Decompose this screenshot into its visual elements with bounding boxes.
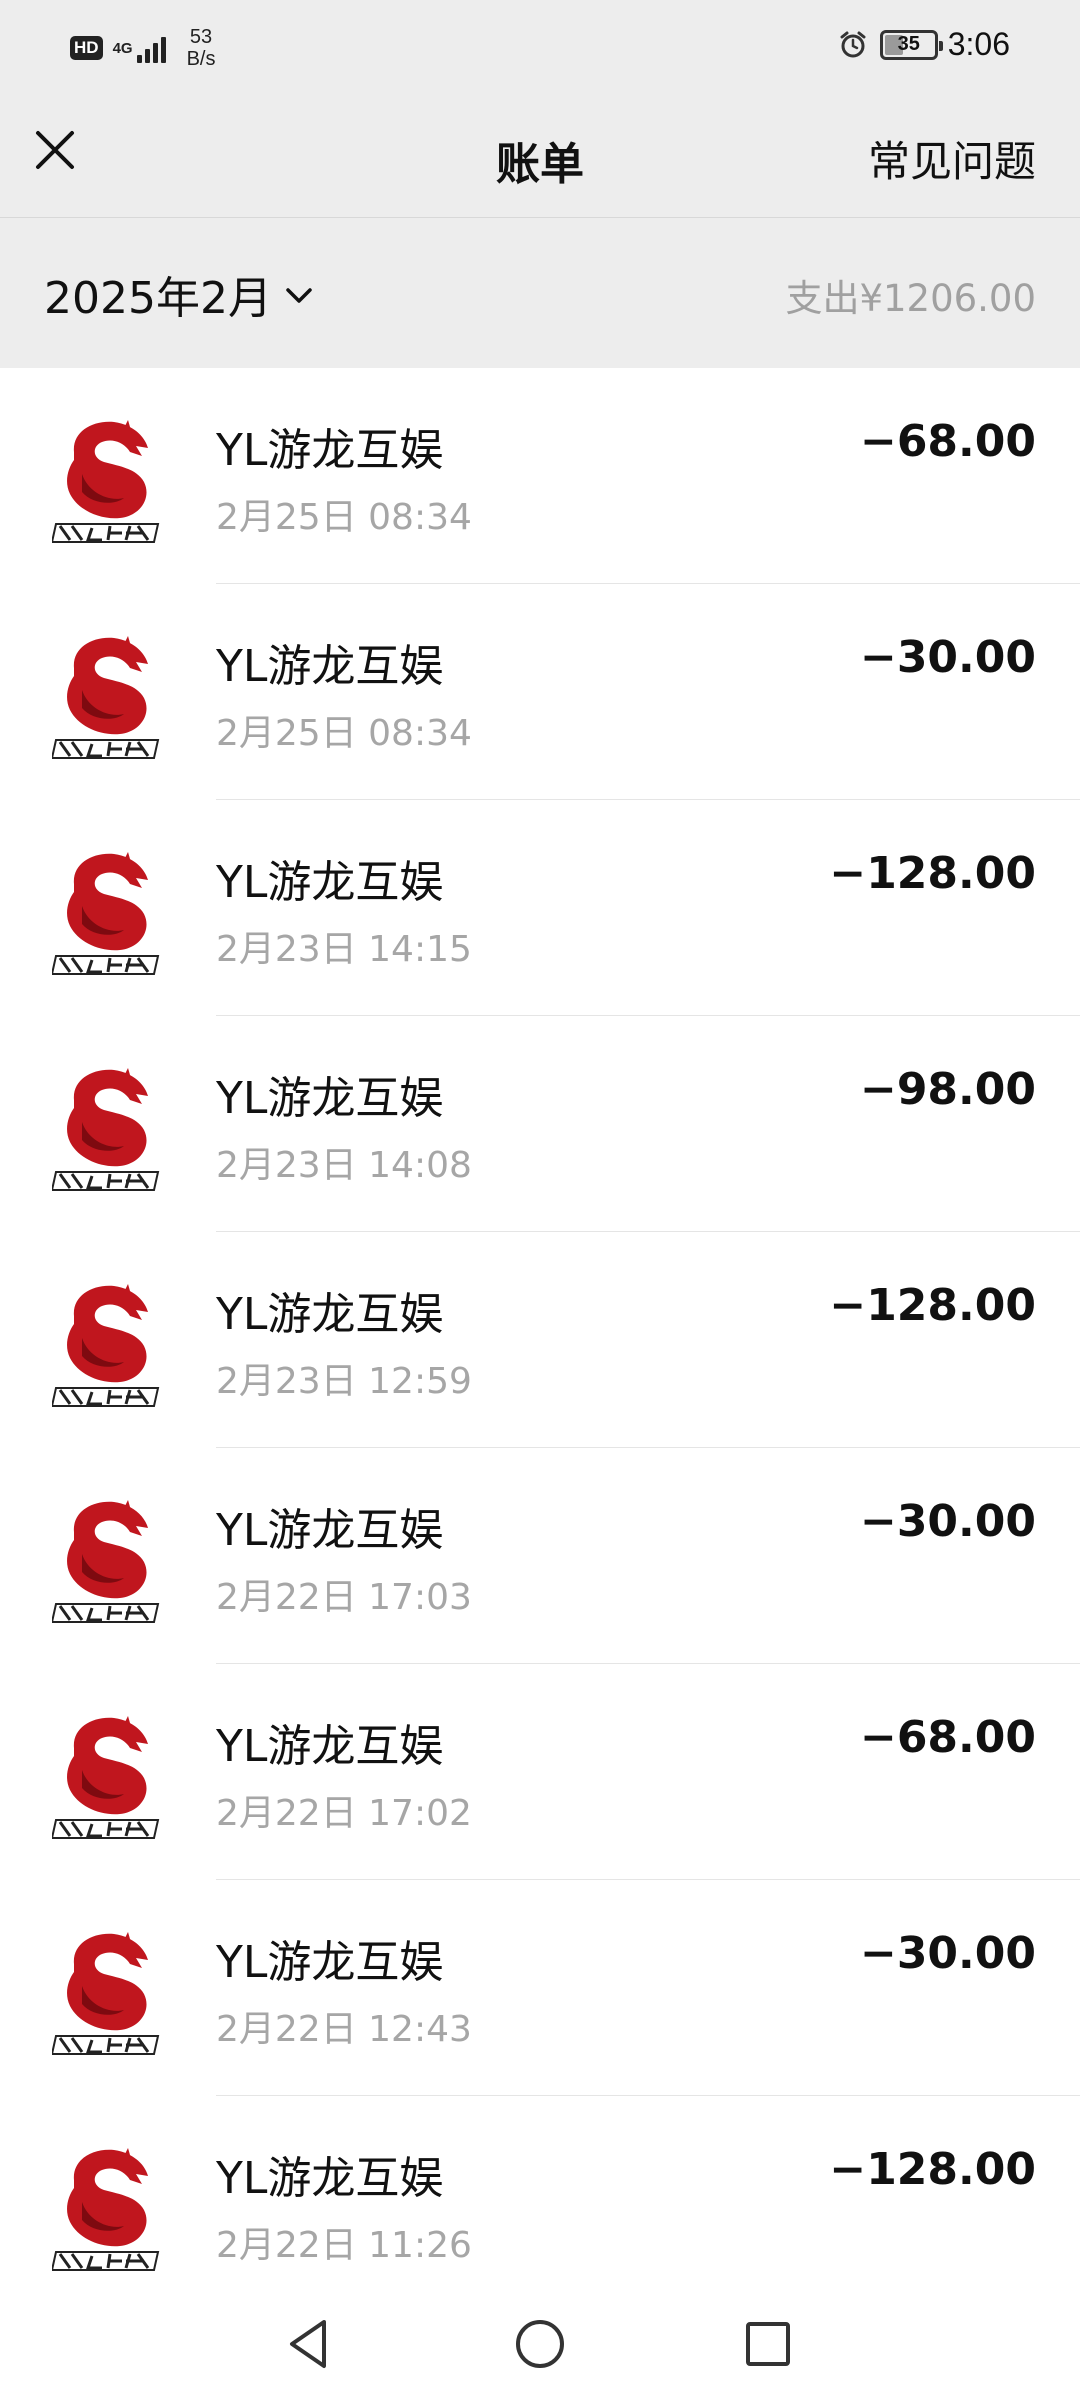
battery-icon: 35 (879, 29, 943, 60)
transaction-time: 2月22日 17:02 (216, 1793, 472, 1834)
merchant-logo-icon (52, 412, 162, 544)
faq-link[interactable]: 常见问题 (868, 128, 1036, 189)
merchant-logo-icon (52, 1276, 162, 1408)
alarm-icon (840, 31, 866, 57)
transaction-amount: −68.00 (859, 416, 1036, 467)
merchant-name: YL游龙互娱 (216, 1073, 444, 1124)
transaction-row[interactable]: YL游龙互娱 2月25日 08:34 −68.00 (0, 368, 1080, 584)
month-selector[interactable]: 2025年2月 (44, 262, 316, 326)
back-triangle-icon[interactable] (278, 2312, 342, 2376)
merchant-name: YL游龙互娱 (216, 425, 444, 476)
month-filter-bar: 2025年2月 支出¥1206.00 (0, 218, 1080, 368)
merchant-name: YL游龙互娱 (216, 2153, 444, 2204)
transaction-list: YL游龙互娱 2月25日 08:34 −68.00 YL游龙互娱 2月25日 0… (0, 368, 1080, 2288)
signal-icon (136, 33, 169, 63)
merchant-logo-icon (52, 1060, 162, 1192)
status-bar: HD 4G 53 B/s 35 3:06 (0, 0, 1080, 92)
transaction-time: 2月22日 17:03 (216, 1577, 472, 1618)
transaction-time: 2月23日 12:59 (216, 1361, 472, 1402)
merchant-logo-icon (52, 1708, 162, 1840)
transaction-row[interactable]: YL游龙互娱 2月23日 14:08 −98.00 (0, 1016, 1080, 1232)
transaction-amount: −128.00 (829, 848, 1036, 899)
transaction-time: 2月23日 14:15 (216, 929, 472, 970)
transaction-row[interactable]: YL游龙互娱 2月22日 17:02 −68.00 (0, 1664, 1080, 1880)
transaction-row[interactable]: YL游龙互娱 2月22日 12:43 −30.00 (0, 1880, 1080, 2096)
network-speed-unit: B/s (186, 48, 216, 70)
bill-screen: HD 4G 53 B/s 35 3:06 账单 常见问题 2025年2月 支出¥… (0, 0, 1080, 2400)
merchant-logo-icon (52, 2140, 162, 2272)
expense-summary: 支出¥1206.00 (785, 277, 1036, 320)
recent-square-icon[interactable] (736, 2312, 800, 2376)
merchant-name: YL游龙互娱 (216, 1937, 444, 1988)
merchant-name: YL游龙互娱 (216, 1289, 444, 1340)
transaction-row[interactable]: YL游龙互娱 2月23日 12:59 −128.00 (0, 1232, 1080, 1448)
system-nav-bar (0, 2288, 1080, 2400)
transaction-row[interactable]: YL游龙互娱 2月22日 17:03 −30.00 (0, 1448, 1080, 1664)
transaction-time: 2月23日 14:08 (216, 1145, 472, 1186)
transaction-amount: −128.00 (829, 1280, 1036, 1331)
battery-level: 35 (897, 33, 920, 55)
hd-badge: HD (70, 36, 103, 60)
network-speed: 53 B/s (187, 26, 216, 70)
status-left: HD 4G 53 B/s (70, 26, 215, 70)
transaction-time: 2月25日 08:34 (216, 497, 472, 538)
status-time: 3:06 (947, 26, 1010, 62)
merchant-logo-icon (52, 1492, 162, 1624)
transaction-amount: −98.00 (859, 1064, 1036, 1115)
merchant-logo-icon (52, 628, 162, 760)
merchant-name: YL游龙互娱 (216, 641, 444, 692)
merchant-logo-icon (52, 844, 162, 976)
transaction-time: 2月22日 12:43 (216, 2009, 472, 2050)
merchant-name: YL游龙互娱 (216, 857, 444, 908)
transaction-amount: −68.00 (859, 1712, 1036, 1763)
month-label: 2025年2月 (44, 273, 272, 324)
transaction-amount: −30.00 (859, 632, 1036, 683)
merchant-name: YL游龙互娱 (216, 1505, 444, 1556)
transaction-row[interactable]: YL游龙互娱 2月23日 14:15 −128.00 (0, 800, 1080, 1016)
nav-header: 账单 常见问题 (0, 92, 1080, 218)
transaction-amount: −30.00 (859, 1496, 1036, 1547)
merchant-logo-icon (52, 1924, 162, 2056)
network-type: 4G (112, 39, 133, 57)
network-speed-value: 53 (189, 26, 213, 48)
transaction-time: 2月22日 11:26 (216, 2225, 472, 2266)
transaction-row[interactable]: YL游龙互娱 2月22日 11:26 −128.00 (0, 2096, 1080, 2288)
transaction-row[interactable]: YL游龙互娱 2月25日 08:34 −30.00 (0, 584, 1080, 800)
home-circle-icon[interactable] (508, 2312, 572, 2376)
status-right: 35 3:06 (838, 26, 1010, 63)
transaction-amount: −30.00 (859, 1928, 1036, 1979)
transaction-amount: −128.00 (829, 2144, 1036, 2195)
chevron-down-icon (286, 288, 312, 303)
merchant-name: YL游龙互娱 (216, 1721, 444, 1772)
transaction-time: 2月25日 08:34 (216, 713, 472, 754)
